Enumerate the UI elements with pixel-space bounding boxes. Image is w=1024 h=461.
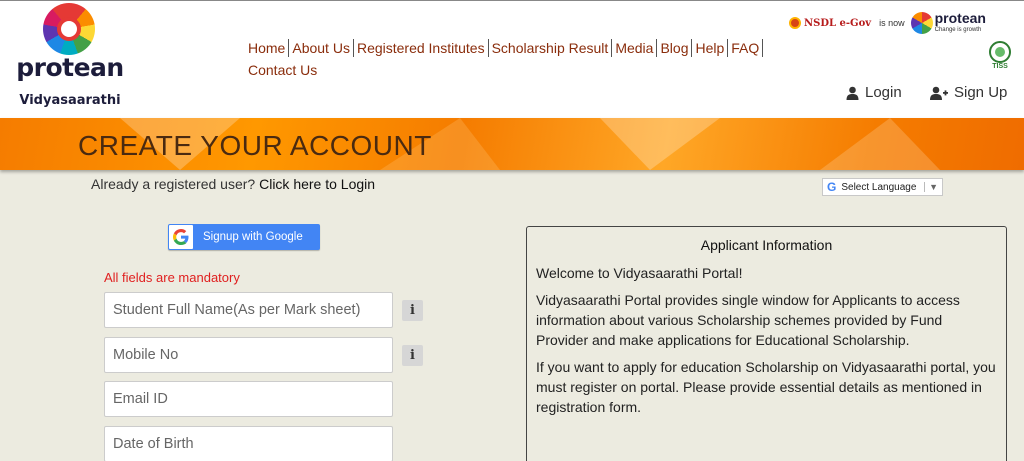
brand-name: protean [16, 53, 124, 82]
student-full-name-input[interactable]: Student Full Name(As per Mark sheet) [104, 292, 393, 328]
brand-subtitle: Vidyasaarathi [19, 93, 121, 108]
is-now-label: is now [879, 18, 905, 28]
nav-media[interactable]: Media [612, 39, 658, 57]
language-selector[interactable]: G Select Language ▼ [822, 178, 943, 196]
tiss-logo: TISS [985, 41, 1015, 73]
protean-small-label: protean [934, 10, 986, 26]
google-g-icon: G [827, 180, 837, 194]
name-info-icon[interactable]: i [402, 300, 423, 321]
already-registered-text: Already a registered user? [91, 176, 256, 192]
nsdl-logo-icon [789, 17, 801, 29]
mandatory-notice: All fields are mandatory [104, 270, 240, 285]
nav-faq[interactable]: FAQ [728, 39, 764, 57]
portal-description-paragraph: Vidyasaarathi Portal provides single win… [536, 292, 960, 348]
email-id-input[interactable]: Email ID [104, 381, 393, 417]
user-icon [846, 86, 859, 100]
signup-label: Sign Up [954, 84, 1008, 101]
applicant-information-panel: Applicant Information Welcome to Vidyasa… [526, 226, 1007, 461]
protean-small-logo-icon [910, 12, 933, 34]
click-here-login-link[interactable]: Click here to Login [259, 176, 375, 192]
date-of-birth-input[interactable]: Date of Birth [104, 426, 393, 461]
tiss-emblem-icon [989, 41, 1011, 63]
already-registered-prompt: Already a registered user? Click here to… [91, 176, 375, 192]
page-banner: CREATE YOUR ACCOUNT [0, 118, 1024, 170]
main-nav: Home About Us Registered Institutes Scho… [245, 37, 765, 81]
mobile-info-icon[interactable]: i [402, 345, 423, 366]
language-label: Select Language [841, 181, 917, 193]
signup-with-google-button[interactable]: Signup with Google [168, 224, 320, 250]
login-label: Login [865, 84, 902, 101]
protean-tagline: Change is growth [934, 27, 982, 33]
nav-blog[interactable]: Blog [657, 39, 693, 57]
tiss-label: TISS [992, 63, 1008, 70]
registration-instruction-paragraph: If you want to apply for education Schol… [536, 359, 996, 415]
page-title: CREATE YOUR ACCOUNT [78, 130, 432, 161]
google-logo-icon [169, 225, 193, 249]
protean-logo[interactable]: protean Vidyasaarathi [10, 3, 130, 115]
mobile-no-input[interactable]: Mobile No [104, 337, 393, 373]
nsdl-protean-banner: NSDL e-Gov is now protean Change is grow… [789, 11, 986, 35]
login-link[interactable]: Login [846, 84, 902, 101]
nav-scholarship-result[interactable]: Scholarship Result [489, 39, 613, 57]
nav-help[interactable]: Help [692, 39, 729, 57]
user-plus-icon [930, 86, 948, 100]
signup-link[interactable]: Sign Up [930, 84, 1007, 101]
applicant-information-title: Applicant Information [700, 237, 833, 253]
nav-registered-institutes[interactable]: Registered Institutes [354, 39, 489, 57]
nav-home[interactable]: Home [245, 39, 290, 57]
nav-about-us[interactable]: About Us [289, 39, 354, 57]
welcome-paragraph: Welcome to Vidyasaarathi Portal! [536, 265, 743, 281]
dropdown-arrow-icon: ▼ [924, 182, 942, 192]
signup-google-label: Signup with Google [203, 231, 303, 243]
site-header: protean Vidyasaarathi Home About Us Regi… [0, 0, 1024, 118]
nav-contact-us[interactable]: Contact Us [245, 61, 320, 79]
nsdl-label: NSDL e-Gov [804, 17, 872, 29]
protean-logo-icon [43, 3, 95, 55]
